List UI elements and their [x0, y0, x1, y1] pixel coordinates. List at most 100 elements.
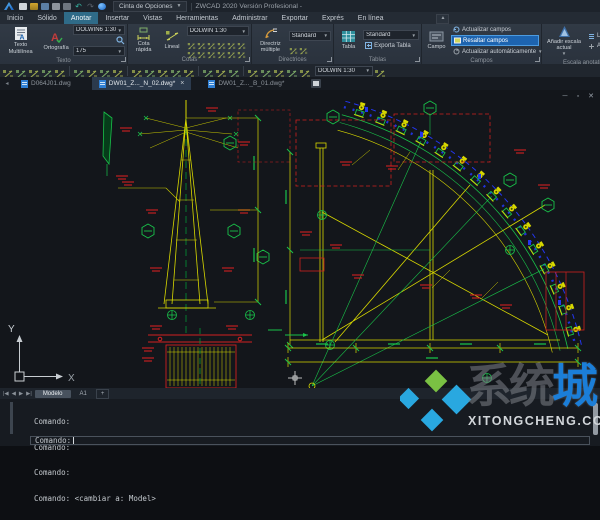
drawing-canvas[interactable]: ─ ▫ ✕ — [0, 90, 600, 388]
dim-tool-icon[interactable] — [54, 66, 66, 76]
dim-tool-icon[interactable] — [144, 66, 156, 76]
command-grip-handle[interactable] — [10, 402, 13, 434]
update-fields-button[interactable]: Actualizar campos — [451, 25, 539, 34]
dim-tool-icon[interactable] — [247, 66, 259, 76]
dim-tool-icon[interactable] — [215, 66, 227, 76]
command-input[interactable]: Comando: — [30, 436, 590, 445]
tab-insertar[interactable]: Insertar — [98, 12, 136, 24]
drawing-tab-1[interactable]: D064J01.dwg — [14, 77, 78, 90]
dim-tool-icon[interactable] — [41, 66, 53, 76]
first-layout-icon[interactable]: |◀ — [3, 391, 9, 397]
close-icon[interactable]: ✕ — [587, 93, 595, 100]
print-icon[interactable] — [52, 3, 60, 10]
close-icon[interactable]: × — [180, 80, 184, 87]
dim-tool-icon[interactable] — [86, 66, 98, 76]
new-layout-button[interactable]: + — [96, 389, 110, 399]
dim-tool-icon[interactable] — [207, 46, 216, 54]
auto-update-button[interactable]: Actualizar automáticamente ▼ — [451, 47, 539, 56]
dim-tool-icon[interactable] — [170, 66, 182, 76]
dim-tool-icon[interactable] — [227, 46, 236, 54]
quick-dim-button[interactable]: Cota rápida — [130, 25, 157, 55]
prev-layout-icon[interactable]: ◀ — [12, 391, 16, 397]
tab-expres[interactable]: Exprés — [315, 12, 351, 24]
dim-tool-icon[interactable] — [73, 66, 85, 76]
dim-tool-icon[interactable] — [157, 66, 169, 76]
dialog-launcher-icon[interactable] — [327, 57, 332, 62]
dim-tool-icon[interactable] — [131, 66, 143, 76]
layout-tab-a1[interactable]: A1 — [74, 390, 93, 398]
dim-tool-icon[interactable] — [228, 66, 240, 76]
mleader-add-icon[interactable] — [289, 42, 298, 50]
multileader-button[interactable]: Directriz múltiple — [254, 25, 287, 55]
tab-exportar[interactable]: Exportar — [275, 12, 315, 24]
dim-tool-icon[interactable] — [374, 66, 386, 76]
field-button[interactable]: Campo — [424, 25, 449, 56]
restore-icon[interactable]: ▫ — [574, 93, 582, 100]
mleader-style-dropdown[interactable]: Standard▼ — [289, 31, 331, 41]
ribbon-collapse-icon[interactable]: ▲ — [436, 14, 449, 24]
dim-tool-icon[interactable] — [99, 66, 111, 76]
dim-tool-icon[interactable] — [2, 66, 14, 76]
dim-tool-icon[interactable] — [112, 66, 124, 76]
tab-anotar[interactable]: Anotar — [64, 12, 99, 24]
spelling-button[interactable]: A Ortografía — [41, 25, 71, 56]
mtext-button[interactable]: A Texto Multilínea — [2, 25, 39, 56]
tab-solido[interactable]: Sólido — [30, 12, 63, 24]
dim-tool-icon[interactable] — [28, 66, 40, 76]
dim-tool-icon[interactable] — [183, 66, 195, 76]
tab-inicio[interactable]: Inicio — [0, 12, 30, 24]
export-table-button[interactable]: Exporta Tabla — [363, 41, 419, 50]
text-height-dropdown[interactable]: 175▼ — [73, 46, 125, 56]
open-folder-icon[interactable] — [30, 3, 38, 10]
tab-administrar[interactable]: Administrar — [225, 12, 274, 24]
dim-tool-icon[interactable] — [299, 66, 311, 76]
dim-tool-icon[interactable] — [202, 66, 214, 76]
dialog-launcher-icon[interactable] — [121, 57, 126, 62]
ribbon-mode-dropdown[interactable]: Cinta de Opciones ▼ — [113, 1, 187, 12]
save-icon[interactable] — [41, 3, 49, 10]
drawing-tab-3[interactable]: DW01_Z..._B_01.dwg* — [201, 77, 291, 90]
scale-add-button[interactable]: Añadi — [586, 42, 600, 51]
model-tab[interactable]: Modelo — [35, 390, 71, 398]
highlight-fields-button[interactable]: Resaltar campos — [451, 35, 539, 46]
dim-tool-icon[interactable] — [207, 37, 216, 45]
find-text-icon[interactable] — [116, 36, 125, 45]
tab-herramientas[interactable]: Herramientas — [169, 12, 225, 24]
add-current-scale-button[interactable]: Añadir escala actual ▼ — [544, 25, 584, 58]
undo-icon[interactable]: ↶ — [74, 3, 83, 10]
text-style-dropdown[interactable]: DOLWIN6 1:30▼ — [73, 25, 125, 35]
dim-tool-icon[interactable] — [227, 37, 236, 45]
next-layout-icon[interactable]: ▶ — [19, 391, 23, 397]
tab-scroll-icon[interactable]: ◂ — [0, 77, 14, 90]
dialog-launcher-icon[interactable] — [415, 57, 420, 62]
tab-en-linea[interactable]: En línea — [351, 12, 391, 24]
dim-style-dropdown[interactable]: DOLWIN 1:30▼ — [187, 26, 249, 36]
dim-tool-icon[interactable] — [286, 66, 298, 76]
dim-style-toolbar-dropdown[interactable]: DOLWIN 1:30▼ — [315, 66, 373, 76]
table-button[interactable]: Tabla — [336, 25, 361, 55]
mleader-remove-icon[interactable] — [299, 42, 308, 50]
drawing-tab-2-active[interactable]: DW01_Z..._N_02.dwg* × — [92, 77, 192, 90]
dim-tool-icon[interactable] — [217, 37, 226, 45]
dim-tool-icon[interactable] — [217, 46, 226, 54]
dim-tool-icon[interactable] — [197, 46, 206, 54]
new-file-icon[interactable] — [19, 3, 27, 10]
dim-tool-icon[interactable] — [260, 66, 272, 76]
dim-tool-icon[interactable] — [237, 37, 246, 45]
command-scrollbar[interactable] — [593, 403, 598, 435]
linear-dim-button[interactable]: Lineal — [159, 25, 184, 55]
last-layout-icon[interactable]: ▶| — [26, 391, 32, 397]
tab-vistas[interactable]: Vistas — [136, 12, 169, 24]
dim-tool-icon[interactable] — [197, 37, 206, 45]
dialog-launcher-icon[interactable] — [535, 57, 540, 62]
dim-tool-icon[interactable] — [237, 46, 246, 54]
dim-tool-icon[interactable] — [15, 66, 27, 76]
dim-tool-icon[interactable] — [187, 37, 196, 45]
redo-icon[interactable]: ↷ — [86, 3, 95, 10]
new-drawing-icon[interactable] — [311, 79, 321, 88]
plot-icon[interactable] — [63, 3, 71, 10]
dim-tool-icon[interactable] — [187, 46, 196, 54]
dim-tool-icon[interactable] — [273, 66, 285, 76]
scale-list-button[interactable]: Lista d — [586, 32, 600, 41]
dialog-launcher-icon[interactable] — [245, 57, 250, 62]
